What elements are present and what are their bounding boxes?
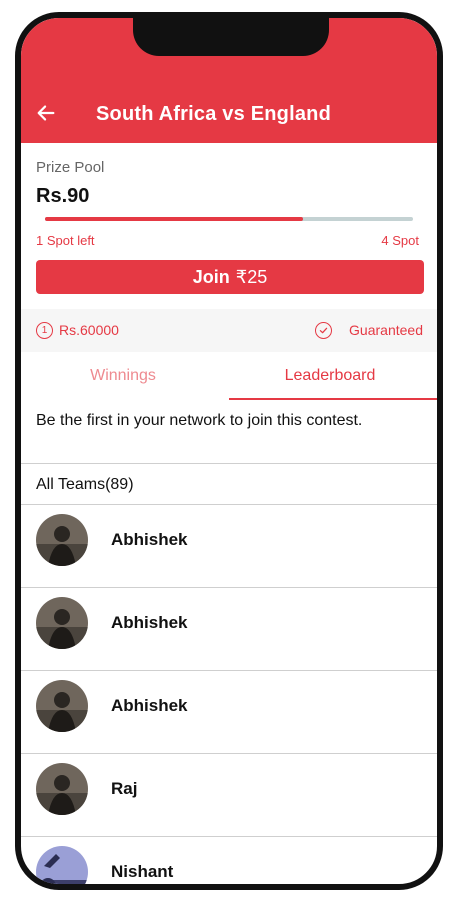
avatar [36, 597, 88, 649]
page-title: South Africa vs England [96, 103, 332, 125]
team-row[interactable]: Raj [21, 754, 437, 836]
divider [21, 463, 437, 464]
tab-leaderboard[interactable]: Leaderboard [225, 352, 435, 400]
contest-info-strip: 1 Rs.60000 Guaranteed [21, 309, 437, 352]
prize-pool-label: Prize Pool [36, 159, 105, 176]
team-row[interactable]: Abhishek [21, 505, 437, 587]
join-button[interactable]: Join ₹25 [36, 260, 424, 294]
active-tab-indicator [229, 398, 437, 400]
app-header: South Africa vs England [21, 18, 437, 143]
spots-progress-bar [45, 217, 413, 221]
prize-pool-value: Rs.90 [36, 185, 90, 207]
team-name: Abhishek [111, 613, 188, 632]
contest-tabs: Winnings Leaderboard [21, 352, 437, 400]
avatar [36, 514, 88, 566]
device-notch [133, 18, 329, 56]
prize-pool-card: Prize Pool Rs.90 1 Spot left 4 Spot Join… [21, 143, 437, 308]
guaranteed-text: Guaranteed [349, 322, 423, 338]
first-prize-text: Rs.60000 [59, 322, 119, 338]
check-circle-icon [315, 322, 332, 339]
join-label: Join [192, 266, 230, 287]
numbered-one-circle-icon: 1 [36, 322, 53, 339]
avatar [36, 846, 88, 884]
spots-total-text: 4 Spot [381, 233, 419, 248]
back-button[interactable] [35, 102, 63, 130]
team-name: Abhishek [111, 696, 188, 715]
team-name: Abhishek [111, 530, 188, 549]
spots-left-text: 1 Spot left [36, 233, 95, 248]
team-name: Raj [111, 779, 138, 798]
team-name: Nishant [111, 862, 174, 881]
spots-progress-fill [45, 217, 303, 221]
team-row[interactable]: Abhishek [21, 671, 437, 753]
team-row[interactable]: Abhishek [21, 588, 437, 670]
screen: South Africa vs England Prize Pool Rs.90… [21, 18, 437, 884]
avatar [36, 680, 88, 732]
join-amount: ₹25 [235, 266, 268, 287]
phone-frame: South Africa vs England Prize Pool Rs.90… [15, 12, 443, 890]
avatar [36, 763, 88, 815]
tab-winnings[interactable]: Winnings [21, 352, 225, 400]
team-row[interactable]: Nishant [21, 837, 437, 884]
all-teams-header: All Teams(89) [36, 476, 134, 493]
empty-network-message: Be the first in your network to join thi… [36, 412, 363, 429]
arrow-left-icon [37, 105, 55, 121]
